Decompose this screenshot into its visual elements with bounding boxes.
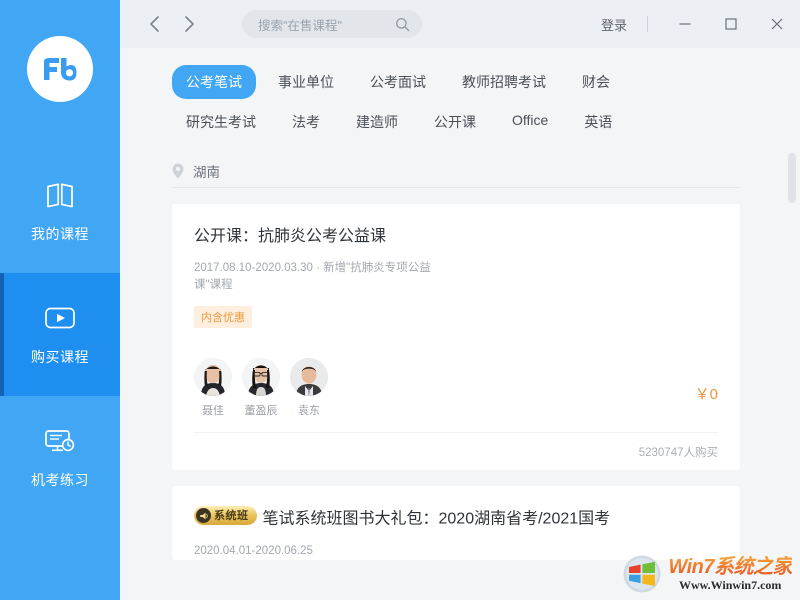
system-class-badge-label: 系统班 (214, 509, 249, 522)
forward-button[interactable] (172, 7, 206, 41)
teacher-item: 袁东 (290, 358, 328, 418)
sidebar-item-mock-exam[interactable]: 机考练习 (0, 396, 120, 519)
teachers-and-price: 聂佳 董盈辰 袁东 ￥0 (194, 358, 718, 418)
location-selector[interactable]: 湖南 (172, 154, 740, 188)
course-title: 公开课：抗肺炎公考公益课 (194, 228, 387, 245)
course-title: 笔试系统班图书大礼包：2020湖南省考/2021国考 (262, 510, 611, 528)
search-placeholder-text: 搜索"在售课程" (258, 18, 342, 33)
tab-yingyu[interactable]: 英语 (570, 105, 626, 139)
location-pin-icon (172, 163, 184, 179)
login-button[interactable]: 登录 (591, 11, 637, 38)
sidebar-item-buy-courses[interactable]: 购买课程 (0, 273, 120, 396)
megaphone-icon (196, 508, 211, 523)
search-input[interactable]: 搜索"在售课程" (242, 10, 422, 38)
chevron-left-icon (150, 16, 159, 32)
title-bar: 搜索"在售课程" 登录 (120, 0, 800, 48)
monitor-clock-icon (43, 426, 77, 456)
teacher-name: 聂佳 (202, 405, 224, 417)
sidebar-item-label: 我的课程 (31, 225, 89, 242)
course-subtitle: 2017.08.10-2020.03.30 · 新增"抗肺炎专项公益课"课程 (194, 262, 431, 291)
teacher-name: 袁东 (298, 405, 320, 417)
content-scroll-area: 公考笔试 事业单位 公考面试 教师招聘考试 财会 研究生考试 法考 建造师 公开… (120, 48, 800, 600)
promo-tag: 内含优惠 (194, 306, 252, 328)
teacher-item: 聂佳 (194, 358, 232, 418)
sidebar-item-my-courses[interactable]: 我的课程 (0, 150, 120, 273)
card-footer: 5230747人购买 (194, 432, 718, 470)
tab-office[interactable]: Office (498, 105, 562, 139)
app-logo (27, 36, 93, 102)
sidebar-nav: 我的课程 购买课程 机考练习 (0, 150, 120, 519)
teacher-list: 聂佳 董盈辰 袁东 (194, 358, 328, 418)
tab-gongkaike[interactable]: 公开课 (420, 105, 490, 139)
tab-jiaoshi-zhaopin[interactable]: 教师招聘考试 (448, 65, 560, 99)
course-title-row: 系统班 笔试系统班图书大礼包：2020湖南省考/2021国考 (194, 506, 718, 533)
scrollbar-thumb[interactable] (788, 153, 796, 203)
play-video-icon (43, 303, 77, 333)
fenbi-logo-icon (44, 58, 77, 81)
maximize-button[interactable] (708, 0, 754, 48)
course-list: 公开课：抗肺炎公考公益课 2017.08.10-2020.03.30 · 新增"… (172, 204, 740, 560)
course-card[interactable]: 系统班 笔试系统班图书大礼包：2020湖南省考/2021国考 2020.04.0… (172, 486, 740, 560)
main-area: 搜索"在售课程" 登录 公考笔试 事业单位 公考面试 教师招聘考试 财会 研究生… (120, 0, 800, 600)
tab-yanjiusheng[interactable]: 研究生考试 (172, 105, 270, 139)
tab-gongkao-mianshi[interactable]: 公考面试 (356, 65, 440, 99)
sidebar: 我的课程 购买课程 机考练习 (0, 0, 120, 600)
tab-fakao[interactable]: 法考 (278, 105, 334, 139)
minimize-icon (679, 23, 691, 25)
course-subtitle: 2020.04.01-2020.06.25 (194, 544, 313, 557)
search-icon[interactable] (395, 17, 410, 32)
location-value: 湖南 (193, 164, 220, 180)
tab-jianzaoshi[interactable]: 建造师 (342, 105, 412, 139)
category-tabs: 公考笔试 事业单位 公考面试 教师招聘考试 财会 研究生考试 法考 建造师 公开… (120, 48, 720, 142)
maximize-icon (725, 18, 737, 30)
course-card[interactable]: 公开课：抗肺炎公考公益课 2017.08.10-2020.03.30 · 新增"… (172, 204, 740, 470)
titlebar-divider (647, 16, 648, 32)
back-button[interactable] (138, 7, 172, 41)
vertical-scrollbar[interactable] (788, 48, 796, 600)
tab-caikuai[interactable]: 财会 (568, 65, 624, 99)
app-window: 我的课程 购买课程 机考练习 搜索"在售课程" 登录 公考笔试 事业单位 公考面… (0, 0, 800, 600)
teacher-name: 董盈辰 (244, 405, 278, 417)
teacher-item: 董盈辰 (242, 358, 280, 418)
sidebar-item-label: 机考练习 (31, 471, 89, 488)
avatar (290, 358, 328, 396)
close-button[interactable] (754, 0, 800, 48)
buy-count: 5230747人购买 (638, 446, 718, 459)
system-class-badge: 系统班 (194, 506, 257, 525)
course-price: ￥0 (694, 386, 718, 403)
tab-shiye-danwei[interactable]: 事业单位 (264, 65, 348, 99)
sidebar-item-label: 购买课程 (31, 348, 89, 365)
minimize-button[interactable] (662, 0, 708, 48)
avatar (194, 358, 232, 396)
chevron-right-icon (185, 16, 194, 32)
tab-gongkao-bishi[interactable]: 公考笔试 (172, 65, 256, 99)
book-icon (43, 180, 77, 210)
avatar (242, 358, 280, 396)
close-icon (771, 18, 783, 30)
